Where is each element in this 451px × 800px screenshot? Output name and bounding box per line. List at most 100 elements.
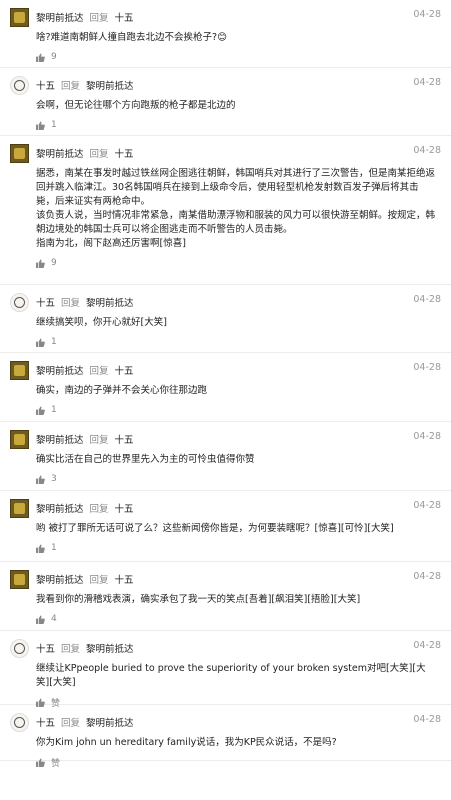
like-button[interactable]: 赞 xyxy=(10,752,441,772)
like-button[interactable]: 1 xyxy=(10,115,441,135)
avatar[interactable] xyxy=(10,75,29,95)
author-name[interactable]: 十五 xyxy=(36,78,55,92)
reply-label: 回复 xyxy=(89,13,109,24)
like-button[interactable]: 3 xyxy=(10,469,441,489)
like-button[interactable]: 1 xyxy=(10,538,441,558)
like-button[interactable]: 9 xyxy=(10,47,441,67)
author-name[interactable]: 黎明前抵达 xyxy=(36,146,84,160)
avatar-image xyxy=(14,502,25,514)
comment-header: 十五 回复 黎明前抵达 xyxy=(10,74,441,96)
avatar-image xyxy=(14,642,25,654)
reply-target-name[interactable]: 十五 xyxy=(115,432,134,446)
reply-target-name[interactable]: 十五 xyxy=(115,10,134,24)
author-name[interactable]: 黎明前抵达 xyxy=(36,432,84,446)
avatar-image xyxy=(14,716,25,728)
author-name[interactable]: 十五 xyxy=(36,715,55,729)
author-name[interactable]: 十五 xyxy=(36,295,55,309)
comment-date: 04-28 xyxy=(413,362,441,373)
reply-label: 回复 xyxy=(61,298,81,309)
comment-header: 黎明前抵达 回复 十五 xyxy=(10,359,441,381)
avatar[interactable] xyxy=(10,638,29,658)
comment-header: 黎明前抵达 回复 十五 xyxy=(10,428,441,450)
thumbs-up-icon xyxy=(36,258,45,268)
comment-item: 黎明前抵达 回复 十五 04-28 确实，南边的子弹并不会关心你往那边跑 1 xyxy=(0,353,451,422)
avatar-image xyxy=(14,11,25,23)
comment-text: 确实比活在自己的世界里先入为主的可怜虫值得你赞 xyxy=(36,454,255,465)
comment-text: 继续搞笑呗，你开心就好[大笑] xyxy=(36,317,167,328)
comment-header: 十五 回复 黎明前抵达 xyxy=(10,291,441,313)
author-name[interactable]: 黎明前抵达 xyxy=(36,572,84,586)
reply-label: 回复 xyxy=(61,644,81,655)
author-name[interactable]: 十五 xyxy=(36,641,55,655)
like-count: 9 xyxy=(51,258,57,268)
avatar-image xyxy=(14,573,25,585)
thumbs-up-icon xyxy=(36,474,45,484)
comment-text: 确实，南边的子弹并不会关心你往那边跑 xyxy=(36,385,208,396)
avatar-image xyxy=(14,433,25,445)
thumbs-up-icon xyxy=(36,614,45,624)
like-count: 3 xyxy=(51,474,57,484)
like-count: 1 xyxy=(51,405,57,415)
avatar[interactable] xyxy=(10,7,29,27)
reply-target-name[interactable]: 十五 xyxy=(115,572,134,586)
comment-header: 十五 回复 黎明前抵达 xyxy=(10,711,441,733)
reply-label: 回复 xyxy=(89,366,109,377)
comment-item: 黎明前抵达 回复 十五 04-28 哟 被打了罪所无话可说了么？这些新闻傍你皆是… xyxy=(0,491,451,562)
reply-label: 回复 xyxy=(89,575,109,586)
comment-item: 黎明前抵达 回复 十五 04-28 我看到你的滑稽戏表演，确实承包了我一天的笑点… xyxy=(0,562,451,631)
avatar[interactable] xyxy=(10,360,29,380)
avatar-image xyxy=(14,79,25,91)
comment-item: 十五 回复 黎明前抵达 04-28 继续搞笑呗，你开心就好[大笑] 1 xyxy=(0,285,451,353)
thumbs-up-icon xyxy=(36,405,45,415)
author-name[interactable]: 黎明前抵达 xyxy=(36,501,84,515)
comment-header: 黎明前抵达 回复 十五 xyxy=(10,568,441,590)
comment-text: 你为Kim john un hereditary family说话，我为KP民众… xyxy=(36,737,337,748)
comment-item: 黎明前抵达 回复 十五 04-28 啥?难道南朝鲜人撞自跑去北边不会挨枪子?😊 … xyxy=(0,0,451,68)
avatar-image xyxy=(14,296,25,308)
reply-label: 回复 xyxy=(89,504,109,515)
reply-label: 回复 xyxy=(89,435,109,446)
comment-item: 十五 回复 黎明前抵达 04-28 会啊，但无论往哪个方向跑叛的枪子都是北边的 … xyxy=(0,68,451,136)
reply-target-name[interactable]: 黎明前抵达 xyxy=(86,715,134,729)
thumbs-up-icon xyxy=(36,337,45,347)
reply-target-name[interactable]: 黎明前抵达 xyxy=(86,78,134,92)
comment-text: 哟 被打了罪所无话可说了么？这些新闻傍你皆是，为何要装瞎呢？[惊喜][可怜][大… xyxy=(36,523,394,534)
avatar[interactable] xyxy=(10,712,29,732)
comment-header: 十五 回复 黎明前抵达 xyxy=(10,637,441,659)
reply-label: 回复 xyxy=(89,149,109,160)
reply-target-name[interactable]: 黎明前抵达 xyxy=(86,295,134,309)
thumbs-up-icon xyxy=(36,543,45,553)
like-button[interactable]: 1 xyxy=(10,400,441,420)
author-name[interactable]: 黎明前抵达 xyxy=(36,10,84,24)
comment-header: 黎明前抵达 回复 十五 xyxy=(10,6,441,28)
avatar[interactable] xyxy=(10,143,29,163)
author-name[interactable]: 黎明前抵达 xyxy=(36,363,84,377)
comment-text: 据悉，南某在事发时越过铁丝网企图逃往朝鲜，韩国哨兵对其进行了三次警告，但是南某拒… xyxy=(36,168,436,249)
comment-date: 04-28 xyxy=(413,9,441,20)
reply-target-name[interactable]: 十五 xyxy=(115,146,134,160)
like-button[interactable]: 1 xyxy=(10,332,441,352)
like-count: 4 xyxy=(51,614,57,624)
avatar[interactable] xyxy=(10,429,29,449)
reply-target-name[interactable]: 黎明前抵达 xyxy=(86,641,134,655)
avatar[interactable] xyxy=(10,569,29,589)
like-count: 1 xyxy=(51,337,57,347)
avatar[interactable] xyxy=(10,292,29,312)
comment-list: 黎明前抵达 回复 十五 04-28 啥?难道南朝鲜人撞自跑去北边不会挨枪子?😊 … xyxy=(0,0,451,769)
like-button[interactable]: 4 xyxy=(10,609,441,629)
comment-date: 04-28 xyxy=(413,500,441,511)
avatar[interactable] xyxy=(10,498,29,518)
comment-date: 04-28 xyxy=(413,571,441,582)
like-count: 9 xyxy=(51,52,57,62)
like-button[interactable]: 9 xyxy=(10,253,441,273)
avatar-image xyxy=(14,147,25,159)
comment-text: 会啊，但无论往哪个方向跑叛的枪子都是北边的 xyxy=(36,100,236,111)
reply-target-name[interactable]: 十五 xyxy=(115,501,134,515)
comment-item: 十五 回复 黎明前抵达 04-28 你为Kim john un heredita… xyxy=(0,705,451,769)
comment-date: 04-28 xyxy=(413,714,441,725)
comment-date: 04-28 xyxy=(413,431,441,442)
comment-text: 继续让KPpeople buried to prove the superior… xyxy=(36,663,426,688)
reply-target-name[interactable]: 十五 xyxy=(115,363,134,377)
avatar-image xyxy=(14,364,25,376)
thumbs-up-icon xyxy=(36,52,45,62)
